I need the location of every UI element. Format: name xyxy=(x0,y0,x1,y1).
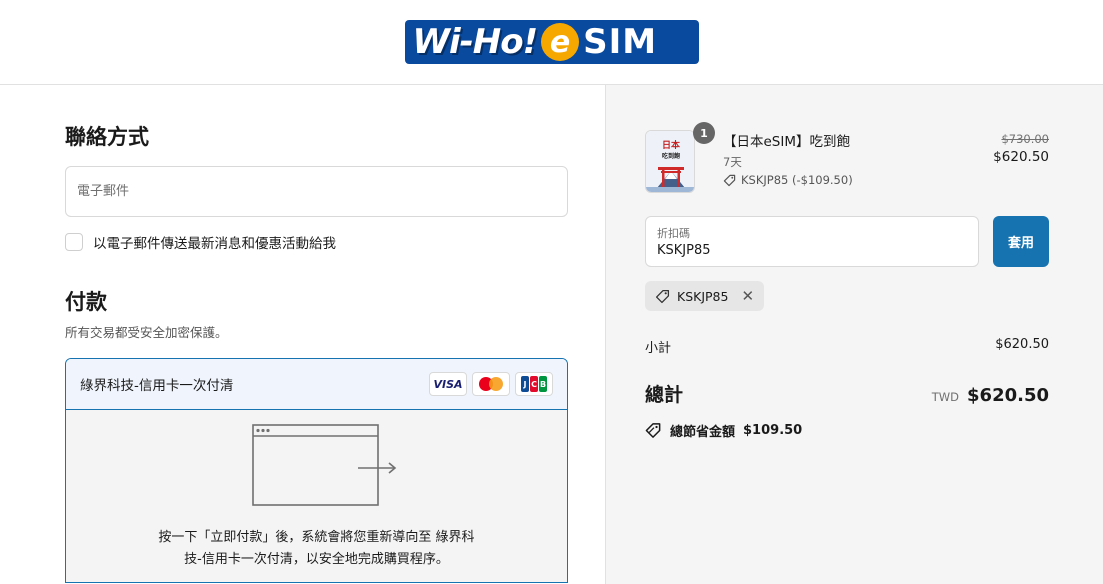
payment-method-label[interactable]: 綠界科技-信用卡一次付清 xyxy=(80,374,233,394)
subtotal-label: 小計 xyxy=(645,341,672,356)
newsletter-option[interactable]: 以電子郵件傳送最新消息和優惠活動給我 xyxy=(65,232,566,252)
total-label: 總計 xyxy=(645,384,684,406)
email-field[interactable] xyxy=(77,184,567,199)
redirect-message-line2: 技-信用卡一次付清，以安全地完成購買程序。 xyxy=(184,552,449,567)
product-variant: 7天 xyxy=(723,155,742,169)
thumb-label-2: 吃到飽 xyxy=(662,152,680,160)
logo-text-wiho: Wi-Ho! xyxy=(412,22,539,62)
applied-discount-code: KSKJP85 xyxy=(677,288,729,304)
subtotal-row: 小計 $620.50 xyxy=(645,337,1049,356)
checkout-form: 聯絡方式 以電子郵件傳送最新消息和優惠活動給我 付款 所有交易都受安全加密保護。… xyxy=(0,85,606,584)
product-discount-text: KSKJP85 (-$109.50) xyxy=(741,173,853,187)
apply-discount-button[interactable]: 套用 xyxy=(993,216,1049,267)
tag-icon xyxy=(723,174,736,186)
product-info: 【日本eSIM】吃到飽 7天 KSKJP85 (-$109.50) xyxy=(723,130,993,187)
payment-redirect-panel: 按一下「立即付款」後，系統會將您重新導向至 綠界科 技-信用卡一次付清，以安全地… xyxy=(66,410,567,582)
payment-method-option[interactable]: 綠界科技-信用卡一次付清 VISA JCB xyxy=(66,359,567,410)
visa-icon-text: VISA xyxy=(433,377,463,391)
card-brands: VISA JCB xyxy=(429,372,553,396)
mastercard-icon xyxy=(472,372,510,396)
total-row: 總計 TWD $620.50 xyxy=(645,380,1049,407)
logo-wordmark: Wi-Ho! e SIM xyxy=(413,22,658,62)
logo-text-sim: SIM xyxy=(583,22,658,62)
discount-code-input[interactable]: KSKJP85 xyxy=(657,243,967,258)
savings-tag-icon xyxy=(645,423,661,438)
total-price: TWD $620.50 xyxy=(932,385,1049,406)
quantity-badge: 1 xyxy=(693,122,715,144)
savings-value: $109.50 xyxy=(743,423,803,438)
store-logo[interactable]: Wi-Ho! e SIM xyxy=(404,20,699,64)
total-savings: 總節省金額 $109.50 xyxy=(645,421,1049,440)
applied-discount-chip: KSKJP85 ✕ xyxy=(645,281,765,311)
cart-line-item: 日本 吃到飽 1 【日本eSIM】吃到飽 7天 KSKJP85 (-$109.5… xyxy=(645,122,1049,193)
discount-code-field[interactable]: 折扣碼 KSKJP85 xyxy=(645,216,979,267)
product-thumbnail: 日本 吃到飽 xyxy=(645,130,695,193)
price-final: $620.50 xyxy=(993,149,1049,165)
browser-redirect-icon xyxy=(252,424,397,506)
tag-icon xyxy=(655,289,670,303)
payment-subtitle: 所有交易都受安全加密保護。 xyxy=(65,325,228,340)
redirect-message-line1: 按一下「立即付款」後，系統會將您重新導向至 綠界科 xyxy=(158,530,475,545)
total-currency: TWD xyxy=(931,390,960,404)
checkout-main: 聯絡方式 以電子郵件傳送最新消息和優惠活動給我 付款 所有交易都受安全加密保護。… xyxy=(0,85,1103,584)
remove-discount-icon[interactable]: ✕ xyxy=(741,287,754,305)
header: Wi-Ho! e SIM xyxy=(0,0,1103,85)
jcb-icon: JCB xyxy=(515,372,553,396)
product-prices: $730.00 $620.50 xyxy=(993,130,1049,165)
total-value: $620.50 xyxy=(967,385,1049,406)
visa-icon: VISA xyxy=(429,372,467,396)
order-summary: 日本 吃到飽 1 【日本eSIM】吃到飽 7天 KSKJP85 (-$109.5… xyxy=(606,85,1103,584)
discount-code-row: 折扣碼 KSKJP85 套用 xyxy=(645,216,1049,267)
price-original: $730.00 xyxy=(1001,132,1049,146)
newsletter-checkbox[interactable] xyxy=(65,233,83,251)
product-name: 【日本eSIM】吃到飽 xyxy=(723,134,851,150)
torii-image: 日本 吃到飽 xyxy=(646,131,694,192)
logo-text-e: e xyxy=(541,23,580,61)
thumb-label-1: 日本 xyxy=(662,139,681,151)
contact-title: 聯絡方式 xyxy=(65,125,149,149)
discount-code-label: 折扣碼 xyxy=(657,227,690,240)
email-field-wrapper[interactable] xyxy=(65,166,568,217)
payment-method-box: 綠界科技-信用卡一次付清 VISA JCB 按一下「立即付款」後，系統會將您重新… xyxy=(65,358,568,583)
savings-label: 總節省金額 xyxy=(670,425,736,440)
payment-title: 付款 xyxy=(65,290,107,314)
redirect-message: 按一下「立即付款」後，系統會將您重新導向至 綠界科 技-信用卡一次付清，以安全地… xyxy=(66,527,567,571)
subtotal-value: $620.50 xyxy=(995,337,1049,352)
product-discount: KSKJP85 (-$109.50) xyxy=(723,173,993,187)
newsletter-label[interactable]: 以電子郵件傳送最新消息和優惠活動給我 xyxy=(93,232,336,252)
